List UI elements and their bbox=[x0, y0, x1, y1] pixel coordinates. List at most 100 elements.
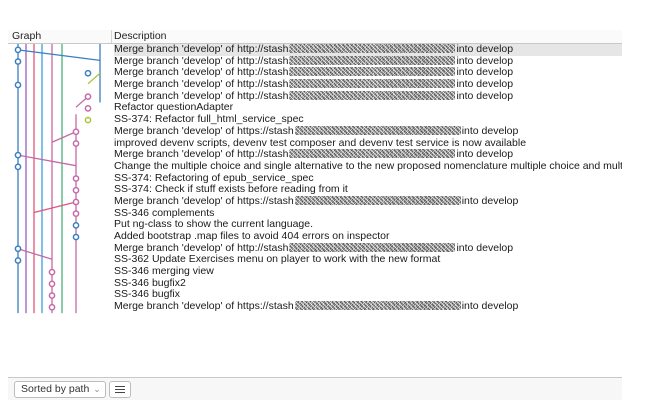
commit-message: Merge branch 'develop' of http://stash bbox=[114, 90, 289, 102]
commit-message: Added bootstrap .map files to avoid 404 … bbox=[114, 231, 390, 242]
commit-message: Merge branch 'develop' of http://stash bbox=[114, 242, 289, 254]
commit-node[interactable] bbox=[14, 163, 22, 171]
redacted-url bbox=[289, 242, 456, 252]
redacted-url bbox=[289, 90, 456, 100]
commit-node[interactable] bbox=[72, 140, 80, 147]
commit-row[interactable]: Change the multiple choice and single al… bbox=[114, 161, 622, 173]
description-column-header[interactable]: Description bbox=[114, 30, 167, 43]
commit-row[interactable]: Merge branch 'develop' of http://stash in… bbox=[114, 90, 622, 103]
commit-message: SS-346 merging view bbox=[114, 266, 214, 278]
commit-node[interactable] bbox=[48, 268, 56, 276]
column-header: Graph Description bbox=[8, 30, 622, 44]
commit-row[interactable]: Merge branch 'develop' of http://stash in… bbox=[114, 44, 622, 56]
commit-row[interactable]: Added bootstrap .map files to avoid 404 … bbox=[114, 231, 622, 243]
commit-node[interactable] bbox=[84, 116, 92, 124]
commit-row[interactable]: Refactor questionAdapter bbox=[114, 102, 622, 114]
commit-node[interactable] bbox=[72, 233, 80, 241]
commit-row[interactable]: SS-346 bugfix bbox=[114, 289, 622, 301]
commit-message: SS-346 complements bbox=[114, 207, 215, 219]
commit-row[interactable]: Merge branch 'develop' of http://stash in… bbox=[114, 242, 622, 255]
sort-dropdown[interactable]: Sorted by path ⌄ bbox=[14, 381, 106, 398]
commit-row[interactable]: Merge branch 'develop' of http://stash in… bbox=[114, 79, 622, 91]
status-bar: Sorted by path ⌄ bbox=[8, 377, 622, 400]
commit-row[interactable]: Put ng-class to show the current languag… bbox=[114, 219, 622, 231]
redacted-url bbox=[289, 55, 456, 65]
commit-node[interactable] bbox=[14, 46, 22, 54]
commit-message: SS-374: Refactoring of epub_service_spec bbox=[114, 172, 314, 184]
commit-history-panel: Graph Description Merge branch 'develop'… bbox=[8, 30, 622, 377]
commit-row[interactable]: Merge branch 'develop' of https://stash i… bbox=[114, 125, 622, 138]
commit-node[interactable] bbox=[14, 58, 22, 65]
commit-row[interactable]: Merge branch 'develop' of https://stash i… bbox=[114, 301, 622, 313]
commit-node[interactable] bbox=[14, 245, 22, 253]
commit-message-suffix: into develop bbox=[461, 125, 519, 137]
merge-connector bbox=[17, 248, 53, 260]
commit-node[interactable] bbox=[48, 280, 56, 288]
commit-message-suffix: into develop bbox=[456, 55, 514, 67]
sort-dropdown-label: Sorted by path bbox=[21, 383, 90, 395]
commit-message-suffix: into develop bbox=[456, 67, 514, 79]
column-divider[interactable] bbox=[111, 30, 112, 43]
commit-node[interactable] bbox=[72, 186, 80, 194]
commit-message: Merge branch 'develop' of https://stash bbox=[114, 125, 294, 137]
redacted-url bbox=[289, 149, 456, 159]
commit-row[interactable]: improved devenv scripts, devenv test com… bbox=[114, 138, 622, 150]
commit-row[interactable]: Merge branch 'develop' of http://stash in… bbox=[114, 149, 622, 161]
commit-message: improved devenv scripts, devenv test com… bbox=[114, 137, 527, 149]
commit-message: Merge branch 'develop' of http://stash bbox=[114, 149, 289, 161]
commit-node[interactable] bbox=[72, 210, 80, 217]
commit-message: Merge branch 'develop' of http://stash bbox=[114, 55, 289, 67]
commit-message: SS-346 bugfix2 bbox=[114, 277, 186, 289]
commit-message: Merge branch 'develop' of http://stash bbox=[114, 67, 289, 79]
graph-column-header[interactable]: Graph bbox=[12, 30, 41, 43]
commit-node[interactable] bbox=[48, 303, 56, 311]
commit-node[interactable] bbox=[14, 151, 22, 159]
commit-row[interactable]: Merge branch 'develop' of http://stash in… bbox=[114, 67, 622, 79]
commit-message: Put ng-class to show the current languag… bbox=[114, 219, 314, 231]
commit-row[interactable]: SS-346 merging view bbox=[114, 266, 622, 278]
commit-message-suffix: into develop bbox=[456, 44, 514, 55]
list-icon bbox=[115, 386, 125, 387]
commit-message: Merge branch 'develop' of http://stash bbox=[114, 44, 289, 55]
commit-node[interactable] bbox=[84, 69, 92, 77]
list-view-button[interactable] bbox=[109, 381, 131, 398]
commit-row[interactable]: SS-362 Update Exercises menu on player t… bbox=[114, 254, 622, 266]
commit-node[interactable] bbox=[72, 128, 80, 136]
commit-message-suffix: into develop bbox=[456, 79, 514, 91]
redacted-url bbox=[289, 67, 456, 77]
commit-message: Refactor questionAdapter bbox=[114, 102, 234, 114]
commit-message: Merge branch 'develop' of https://stash bbox=[114, 301, 294, 313]
commit-row[interactable]: SS-346 bugfix2 bbox=[114, 278, 622, 290]
commit-list: Merge branch 'develop' of http://stash in… bbox=[114, 44, 622, 313]
commit-message-suffix: into develop bbox=[456, 149, 514, 161]
commit-message-suffix: into develop bbox=[461, 301, 519, 313]
commit-node[interactable] bbox=[84, 93, 92, 101]
commit-row[interactable]: SS-346 complements bbox=[114, 208, 622, 220]
commit-row[interactable]: SS-374: Refactor full_html_service_spec bbox=[114, 114, 622, 126]
commit-node[interactable] bbox=[72, 175, 80, 182]
chevron-down-icon: ⌄ bbox=[93, 384, 101, 394]
redacted-url bbox=[294, 301, 461, 311]
merge-connector bbox=[17, 154, 77, 167]
commit-node[interactable] bbox=[84, 105, 92, 112]
commit-node[interactable] bbox=[72, 198, 80, 206]
commit-message-suffix: into develop bbox=[461, 195, 519, 207]
commit-row[interactable]: SS-374: Check if stuff exists before rea… bbox=[114, 184, 622, 196]
merge-connector bbox=[51, 131, 77, 143]
commit-node[interactable] bbox=[14, 81, 22, 89]
commit-message: Merge branch 'develop' of http://stash bbox=[114, 79, 289, 91]
commit-row[interactable]: Merge branch 'develop' of http://stash in… bbox=[114, 55, 622, 68]
merge-connector bbox=[33, 201, 77, 214]
commit-row[interactable]: Merge branch 'develop' of https://stash i… bbox=[114, 195, 622, 208]
commit-node[interactable] bbox=[48, 292, 56, 299]
commit-row[interactable]: SS-374: Refactoring of epub_service_spec bbox=[114, 173, 622, 185]
commit-message: Merge branch 'develop' of https://stash bbox=[114, 195, 294, 207]
redacted-url bbox=[294, 125, 461, 135]
commit-message: SS-374: Refactor full_html_service_spec bbox=[114, 114, 304, 126]
commit-node[interactable] bbox=[72, 222, 80, 229]
commit-message: Change the multiple choice and single al… bbox=[114, 160, 622, 172]
redacted-url bbox=[289, 44, 456, 53]
merge-connector bbox=[17, 49, 101, 62]
commit-node[interactable] bbox=[14, 257, 22, 264]
commit-message: SS-362 Update Exercises menu on player t… bbox=[114, 254, 441, 266]
